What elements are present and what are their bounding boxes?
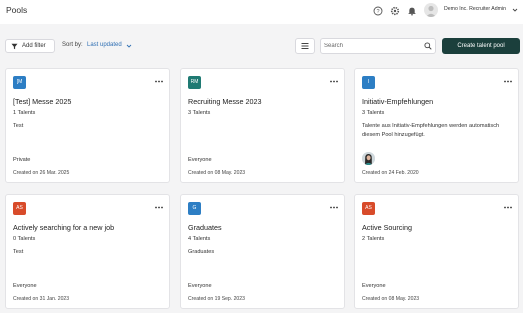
filter-icon	[11, 43, 18, 50]
pool-badge: AS	[13, 202, 26, 215]
gear-icon[interactable]	[390, 6, 400, 16]
pool-badge: G	[188, 202, 201, 215]
pool-created-date: Created on 19 Sep. 2023	[188, 296, 245, 302]
pool-card[interactable]: RM Recruiting Messe 2023 3 Talents Every…	[180, 68, 345, 183]
search-icon[interactable]	[424, 42, 432, 50]
pool-title[interactable]: Recruiting Messe 2023	[188, 97, 262, 106]
svg-text:?: ?	[376, 9, 379, 15]
page-title: Pools	[6, 5, 28, 15]
pool-visibility: Private	[13, 157, 31, 163]
member-avatar[interactable]	[362, 152, 375, 165]
pool-description: Test	[13, 249, 24, 255]
pool-talent-count: 3 Talents	[362, 110, 385, 116]
top-bar: Pools ? Demo Inc. Recruiter Admin	[0, 0, 523, 24]
sort-label: Sort by:	[62, 42, 83, 48]
pool-talent-count: 0 Talents	[13, 236, 36, 242]
pool-visibility: Everyone	[13, 283, 37, 289]
pool-description: Graduates	[188, 249, 215, 255]
user-avatar[interactable]	[424, 3, 438, 17]
person-photo-icon	[362, 152, 375, 165]
pool-badge: RM	[188, 76, 201, 89]
more-options-icon[interactable]	[504, 206, 512, 209]
pool-title[interactable]: Active Sourcing	[362, 223, 412, 232]
pool-title[interactable]: Actively searching for a new job	[13, 223, 114, 232]
pool-badge: AS	[362, 202, 375, 215]
pool-title[interactable]: Graduates	[188, 223, 222, 232]
list-view-button[interactable]	[295, 38, 315, 54]
bell-icon[interactable]	[407, 6, 417, 16]
more-options-icon[interactable]	[155, 206, 163, 209]
pool-created-date: Created on 24 Feb. 2020	[362, 170, 419, 176]
pool-created-date: Created on 08 May. 2023	[362, 296, 420, 302]
user-name[interactable]: Demo Inc. Recruiter Admin	[444, 6, 506, 12]
pool-talent-count: 1 Talents	[13, 110, 36, 116]
pool-card[interactable]: [M [Test] Messe 2025 1 Talents Test Priv…	[5, 68, 170, 183]
user-silhouette-icon	[426, 5, 436, 17]
more-options-icon[interactable]	[330, 80, 338, 83]
more-options-icon[interactable]	[155, 80, 163, 83]
chevron-down-icon[interactable]	[126, 43, 132, 49]
pool-talent-count: 4 Talents	[188, 236, 211, 242]
pool-created-date: Created on 26 Mar. 2025	[13, 170, 70, 176]
pool-card[interactable]: I Initiativ-Empfehlungen 3 Talents Talen…	[354, 68, 519, 183]
pool-visibility: Everyone	[362, 283, 386, 289]
search-input[interactable]	[324, 41, 420, 51]
pool-card[interactable]: G Graduates 4 Talents Graduates Everyone…	[180, 194, 345, 309]
toolbar: Add filter Sort by: Last updated Create …	[0, 24, 523, 66]
pool-talent-count: 2 Talents	[362, 236, 385, 242]
more-options-icon[interactable]	[330, 206, 338, 209]
create-talent-pool-button[interactable]: Create talent pool	[442, 38, 520, 54]
pool-badge: I	[362, 76, 375, 89]
pool-visibility: Everyone	[188, 157, 212, 163]
search-box	[320, 38, 436, 54]
pool-title[interactable]: Initiativ-Empfehlungen	[362, 97, 433, 106]
pool-description: Talente aus Initiativ-Empfehlungen werde…	[362, 123, 500, 138]
add-filter-label: Add filter	[22, 43, 46, 49]
more-options-icon[interactable]	[504, 80, 512, 83]
sort-dropdown[interactable]: Last updated	[87, 42, 122, 48]
help-icon[interactable]: ?	[373, 6, 383, 16]
pool-description: Test	[13, 123, 24, 129]
pool-card[interactable]: AS Active Sourcing 2 Talents Everyone Cr…	[354, 194, 519, 309]
pool-badge: [M	[13, 76, 26, 89]
pool-card[interactable]: AS Actively searching for a new job 0 Ta…	[5, 194, 170, 309]
chevron-down-icon[interactable]	[512, 7, 518, 13]
pool-created-date: Created on 31 Jan. 2023	[13, 296, 70, 302]
pool-created-date: Created on 08 May. 2023	[188, 170, 246, 176]
list-icon	[301, 43, 309, 49]
pool-visibility: Everyone	[188, 283, 212, 289]
add-filter-button[interactable]: Add filter	[5, 39, 55, 53]
pool-title[interactable]: [Test] Messe 2025	[13, 97, 71, 106]
pool-talent-count: 3 Talents	[188, 110, 211, 116]
